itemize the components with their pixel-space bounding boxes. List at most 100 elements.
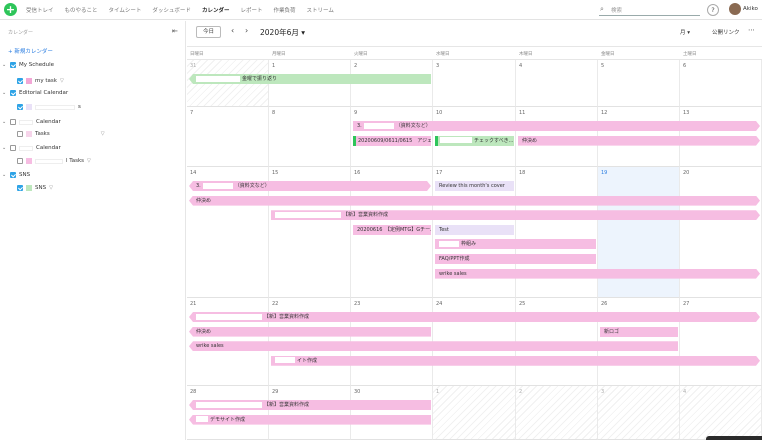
chat-tab[interactable] (706, 436, 762, 440)
calendar-checkbox[interactable] (17, 158, 23, 164)
redacted-text (19, 145, 33, 151)
avatar[interactable] (729, 3, 741, 15)
chevron-down-icon[interactable]: ⌄ (2, 119, 7, 125)
day-cell[interactable]: 27 (680, 298, 762, 386)
calendar-event[interactable]: wrike sales (435, 269, 760, 279)
event-title: （資料文など） (395, 123, 431, 129)
calendar-checkbox[interactable] (10, 172, 16, 178)
calendar-checkbox[interactable] (17, 131, 23, 137)
day-cell[interactable]: 7 (187, 107, 269, 167)
nav-item[interactable]: 作業負荷 (273, 6, 295, 14)
day-cell[interactable]: 29 (269, 386, 351, 440)
calendar-event[interactable]: 3. （資料文など） (353, 121, 760, 131)
event-title: デモサイト作成 (210, 416, 246, 423)
color-swatch (26, 185, 32, 191)
nav-item[interactable]: ものやること (65, 6, 98, 14)
new-calendar-button[interactable]: + 新規カレンダー (8, 47, 53, 55)
calendar-event[interactable]: デモサイト作成 (189, 414, 431, 425)
calendar-event[interactable]: イト作成 (271, 356, 760, 366)
day-cell[interactable]: 2 (516, 386, 598, 440)
help-button[interactable]: ? (707, 4, 719, 16)
calendar-item[interactable]: SNS ▽ (11, 183, 53, 193)
calendar-event[interactable]: Test (435, 224, 514, 235)
calendar-event[interactable]: 【新】営業資料作成 (189, 312, 760, 322)
calendar-group[interactable]: ⌄ Editorial Calendar (2, 88, 68, 98)
calendar-group[interactable]: ⌄ SNS (2, 170, 30, 180)
user-name[interactable]: Akiko (743, 6, 758, 12)
search-box[interactable]: ⌕ 検索 (599, 4, 700, 16)
calendar-event[interactable]: 金曜で振り返り (189, 74, 431, 84)
calendar-event[interactable]: 3. （資料文など） (189, 181, 431, 191)
calendar-checkbox[interactable] (17, 104, 23, 110)
chevron-down-icon[interactable]: ⌄ (2, 90, 7, 96)
filter-icon[interactable]: ▽ (87, 158, 91, 164)
event-prefix: 3. (357, 123, 362, 129)
search-input[interactable]: 検索 (611, 6, 622, 14)
calendar-event[interactable]: 仲決め (189, 326, 431, 337)
chevron-down-icon[interactable]: ⌄ (2, 172, 7, 178)
calendar-group[interactable]: ⌄ Calendar (2, 117, 61, 127)
calendar-item[interactable]: my task ▽ (11, 76, 64, 86)
calendar-checkbox[interactable] (17, 78, 23, 84)
calendar-event[interactable]: チェックすべき... (435, 135, 514, 146)
day-cell[interactable]: 30 (351, 386, 433, 440)
view-selector[interactable]: 月 ▾ (680, 28, 690, 36)
nav-item[interactable]: レポート (240, 6, 262, 14)
day-cell[interactable]: 28 (187, 386, 269, 440)
nav-item[interactable]: ストリーム (306, 6, 333, 14)
today-button[interactable]: 今日 (196, 26, 221, 38)
calendar-checkbox[interactable] (17, 185, 23, 191)
filter-icon[interactable]: ▽ (101, 131, 105, 137)
more-icon[interactable]: ⋯ (748, 26, 755, 34)
day-cell[interactable]: 1 (433, 386, 516, 440)
calendar-event[interactable]: 【新】営業資料作成 (271, 210, 760, 220)
day-cell[interactable]: 4 (680, 386, 762, 440)
day-cell[interactable]: 5 (598, 60, 680, 107)
filter-icon[interactable]: ▽ (60, 78, 64, 84)
next-month-icon[interactable]: › (245, 26, 248, 35)
calendar-event[interactable]: 【新】営業資料作成 (189, 400, 431, 410)
calendar-item[interactable]: s (11, 102, 81, 112)
calendar-event[interactable]: Review this month's cover (435, 181, 514, 191)
day-number: 16 (354, 170, 361, 176)
day-number: 19 (601, 170, 608, 176)
calendar-event[interactable]: FAQ/PPT作成 (435, 254, 596, 264)
day-cell[interactable]: 4 (516, 60, 598, 107)
calendar-event[interactable]: wrike sales (189, 341, 678, 352)
calendar-event[interactable]: 仲決め (518, 136, 760, 146)
redacted-text (35, 158, 63, 164)
event-title: FAQ/PPT作成 (439, 256, 470, 262)
filter-icon[interactable]: ▽ (49, 185, 53, 191)
nav-item[interactable]: 受信トレイ (26, 6, 54, 14)
day-cell[interactable]: 6 (680, 60, 762, 107)
calendar-group[interactable]: ⌄ My Schedule (2, 60, 54, 70)
calendar-group[interactable]: ⌄ Calendar (2, 143, 61, 153)
nav-item[interactable]: ダッシュボード (152, 6, 191, 14)
calendar-checkbox[interactable] (10, 62, 16, 68)
calendar-event[interactable]: 新ロゴ (600, 326, 678, 337)
chevron-down-icon[interactable]: ⌄ (2, 62, 7, 68)
calendar-item[interactable]: l Tasks ▽ (11, 156, 91, 166)
calendar-checkbox[interactable] (10, 90, 16, 96)
day-cell[interactable]: 8 (269, 107, 351, 167)
nav-item[interactable]: タイムシート (109, 6, 142, 14)
month-selector[interactable]: 2020年6月 ▾ (260, 27, 305, 38)
calendar-item[interactable]: Tasks ▽ (11, 129, 105, 139)
calendar-event[interactable]: 仲決め (189, 196, 760, 206)
chevron-down-icon[interactable]: ⌄ (2, 145, 7, 151)
calendar-event[interactable]: 20200616 【定例MTG】Gチーム... (353, 224, 431, 235)
day-number: 28 (190, 389, 197, 395)
collapse-sidebar-icon[interactable]: ⇤ (172, 27, 178, 35)
day-cell[interactable]: 3 (433, 60, 516, 107)
redacted-text (35, 104, 75, 110)
calendar-checkbox[interactable] (10, 119, 16, 125)
add-icon[interactable]: + (4, 3, 17, 16)
day-cell[interactable]: 3 (598, 386, 680, 440)
calendar-event[interactable]: 20200609/0611/0615 アジェ... (353, 135, 431, 146)
public-link-button[interactable]: 公開リンク (712, 28, 740, 36)
event-title: イト作成 (297, 357, 318, 364)
calendar-checkbox[interactable] (10, 145, 16, 151)
nav-item[interactable]: カレンダー (202, 6, 230, 14)
prev-month-icon[interactable]: ‹ (231, 26, 234, 35)
calendar-event[interactable]: 枠組み (435, 239, 596, 250)
